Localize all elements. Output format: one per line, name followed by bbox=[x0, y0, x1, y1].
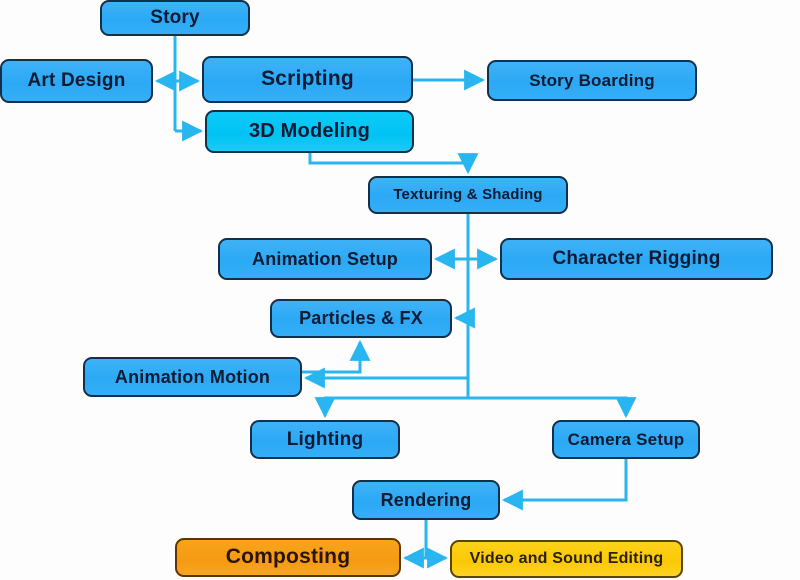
node-label: Animation Motion bbox=[114, 366, 271, 387]
node-label: Composting bbox=[225, 545, 351, 569]
node-label: Art Design bbox=[27, 70, 126, 92]
node-label: Character Rigging bbox=[552, 248, 721, 270]
flowchart-canvas: Story Art Design Scripting Story Boarding 3D… bbox=[0, 0, 800, 580]
edge-3d-modeling-to-texturing bbox=[308, 153, 479, 175]
node-label: Scripting bbox=[261, 67, 354, 91]
node-label: Lighting bbox=[286, 428, 364, 450]
node-scripting[interactable]: Scripting bbox=[202, 56, 413, 103]
node-anim_motion[interactable]: Animation Motion bbox=[83, 357, 302, 397]
edge-animation-motion-to-particles-fx bbox=[302, 339, 371, 374]
node-label: Texturing & Shading bbox=[393, 186, 543, 204]
node-label: Story Boarding bbox=[529, 70, 655, 90]
node-label: 3D Modeling bbox=[248, 120, 371, 142]
node-label: Camera Setup bbox=[567, 429, 685, 449]
node-label: Rendering bbox=[380, 489, 472, 510]
node-char_rig[interactable]: Character Rigging bbox=[500, 238, 773, 280]
node-label: Animation Setup bbox=[252, 248, 398, 269]
node-rendering[interactable]: Rendering bbox=[352, 480, 500, 520]
node-modeling[interactable]: 3D Modeling bbox=[205, 110, 414, 153]
node-texturing[interactable]: Texturing & Shading bbox=[368, 176, 568, 214]
node-camera[interactable]: Camera Setup bbox=[552, 420, 700, 459]
node-label: Video and Sound Editing bbox=[469, 549, 664, 567]
edge-spine-to-lighting bbox=[314, 396, 468, 419]
node-particles[interactable]: Particles & FX bbox=[270, 299, 452, 338]
node-lighting[interactable]: Lighting bbox=[250, 420, 400, 459]
edge-spine-to-camera-setup bbox=[468, 396, 637, 419]
node-story_board[interactable]: Story Boarding bbox=[487, 60, 697, 101]
node-anim_setup[interactable]: Animation Setup bbox=[218, 238, 432, 280]
node-label: Story bbox=[150, 7, 200, 29]
node-video_edit[interactable]: Video and Sound Editing bbox=[450, 540, 683, 578]
node-label: Particles & FX bbox=[299, 308, 423, 329]
node-composting[interactable]: Composting bbox=[175, 538, 401, 577]
node-story[interactable]: Story bbox=[100, 0, 250, 36]
edge-camera-setup-to-rendering bbox=[501, 459, 628, 511]
node-art_design[interactable]: Art Design bbox=[0, 59, 153, 103]
